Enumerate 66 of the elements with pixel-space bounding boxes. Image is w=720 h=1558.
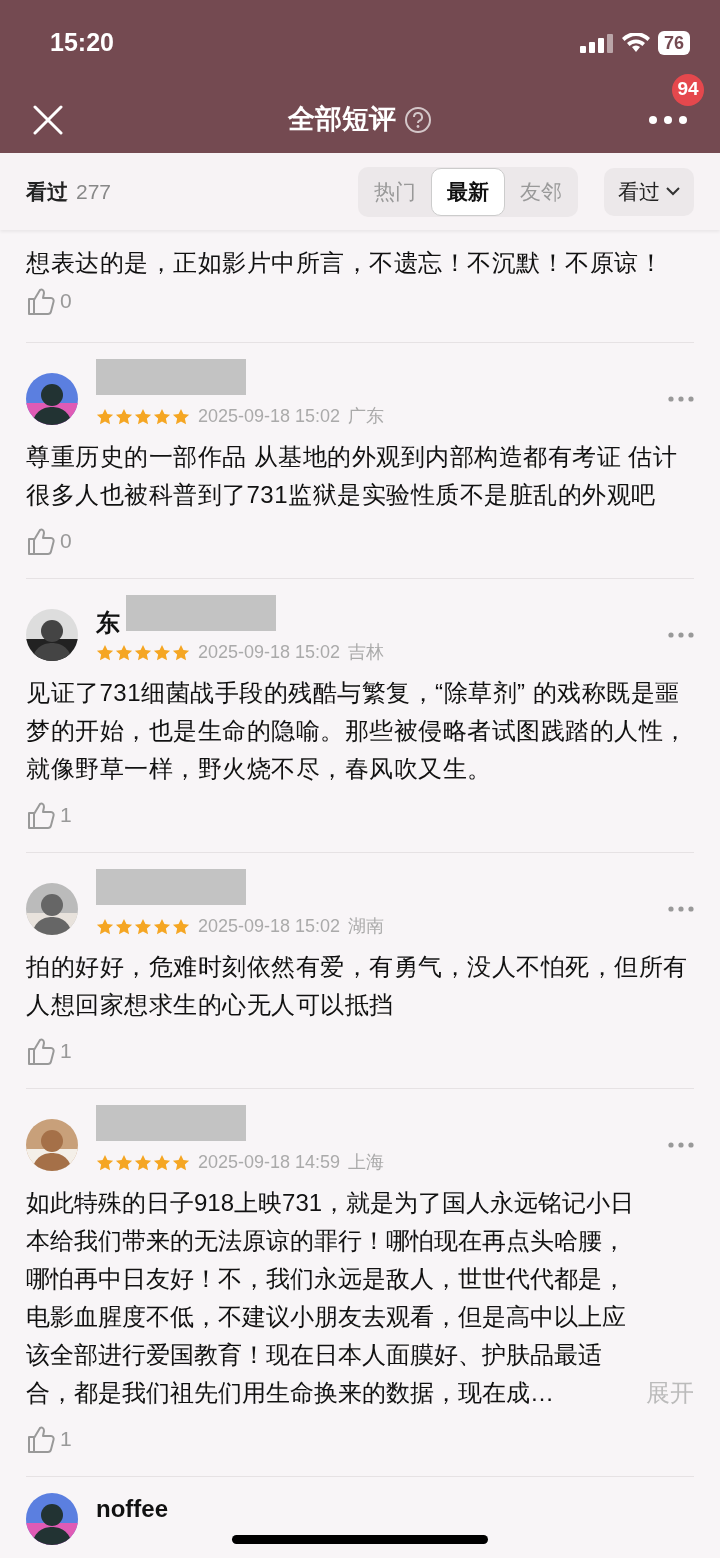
review-text: 拍的好好，危难时刻依然有爱，有勇气，没人不怕死，但所有人想回家想求生的心无人可以抵挡 — [26, 952, 689, 1020]
wifi-icon — [621, 33, 650, 53]
like-count: 1 — [60, 1038, 72, 1065]
more-icon[interactable] — [668, 395, 694, 402]
filter-dropdown[interactable]: 看过 — [604, 167, 694, 216]
star-icon — [96, 1153, 114, 1172]
more-icon[interactable] — [668, 1141, 694, 1148]
signal-icon — [579, 33, 614, 53]
more-icon — [649, 115, 687, 124]
like-count: 1 — [60, 1426, 72, 1453]
close-button[interactable] — [32, 103, 64, 136]
sort-tab[interactable]: 热门 — [359, 167, 431, 216]
filter-label: 看过 — [26, 178, 68, 205]
thumbs-up-icon[interactable] — [26, 1424, 56, 1454]
notification-badge: 94 — [672, 73, 704, 106]
expand-link[interactable]: 展开 — [646, 1374, 694, 1412]
review-location: 湖南 — [348, 915, 385, 938]
like-count: 0 — [60, 288, 72, 315]
review-location: 吉林 — [348, 641, 385, 664]
review-text: 如此特殊的日子918上映731，就是为了国人永远铭记小日本给我们带来的无法原谅的罪行！哪怕现在再点头哈腰，哪怕再中日友好！不，我们永远是敌人，世世代代都是，电影血腥度不低，不建议小朋友去观看，但是高中以上应该全部进行爱国教育！现在日本人面膜好、护肤品最适合，都是我们祖先们用生命换来的数据，现在成… — [26, 1188, 636, 1408]
battery-level: 76 — [657, 31, 690, 55]
star-icon — [115, 1153, 133, 1172]
like-count: 1 — [60, 802, 72, 829]
review-date: 2025-09-18 15:02 — [198, 641, 341, 664]
review-text: 想表达的是，正如影片中所言，不遗忘！不沉默！不原谅！ — [26, 248, 664, 278]
review-count: 277 — [76, 178, 112, 205]
sort-tab[interactable]: 友邻 — [505, 167, 577, 216]
star-icon — [134, 643, 152, 662]
help-icon[interactable] — [404, 105, 432, 134]
review-location: 广东 — [348, 405, 385, 428]
review-date: 2025-09-18 14:59 — [198, 1151, 341, 1174]
star-icon — [134, 917, 152, 936]
thumbs-up-icon[interactable] — [26, 1036, 56, 1066]
review-date: 2025-09-18 15:02 — [198, 405, 341, 428]
username: noffee — [96, 1494, 168, 1524]
star-icon — [134, 1153, 152, 1172]
thumbs-up-icon[interactable] — [26, 800, 56, 830]
review-location: 上海 — [348, 1151, 385, 1174]
thumbs-up-icon[interactable] — [26, 286, 56, 316]
status-time: 15:20 — [50, 27, 114, 59]
star-icon — [96, 643, 114, 662]
chevron-down-icon — [666, 187, 680, 196]
review-text: 见证了731细菌战手段的残酷与繁复，“除草剂” 的戏称既是噩梦的开始，也是生命的隐喻。那些被侵略者试图践踏的人性，就像野草一样，野火烧不尽，春风吹又生。 — [26, 678, 689, 784]
star-icon — [115, 917, 133, 936]
review-date: 2025-09-18 15:02 — [198, 915, 341, 938]
star-icon — [153, 917, 171, 936]
star-icon — [153, 407, 171, 426]
like-count: 0 — [60, 528, 72, 555]
star-icon — [96, 407, 114, 426]
star-icon — [172, 643, 190, 662]
page-title: 全部短评 — [288, 103, 396, 137]
star-icon — [96, 917, 114, 936]
star-icon — [115, 407, 133, 426]
review-text: 尊重历史的一部作品 从基地的外观到内部构造都有考证 估计很多人也被科普到了731监狱是实验性质不是脏乱的外观吧 — [26, 442, 679, 510]
star-icon — [172, 407, 190, 426]
thumbs-up-icon[interactable] — [26, 526, 56, 556]
sort-tab[interactable]: 最新 — [431, 167, 505, 216]
more-icon[interactable] — [668, 905, 694, 912]
username: 东 — [96, 608, 120, 638]
star-icon — [115, 643, 133, 662]
star-icon — [153, 643, 171, 662]
more-icon[interactable] — [668, 631, 694, 638]
star-icon — [172, 1153, 190, 1172]
star-icon — [134, 407, 152, 426]
star-icon — [172, 917, 190, 936]
star-icon — [153, 1153, 171, 1172]
